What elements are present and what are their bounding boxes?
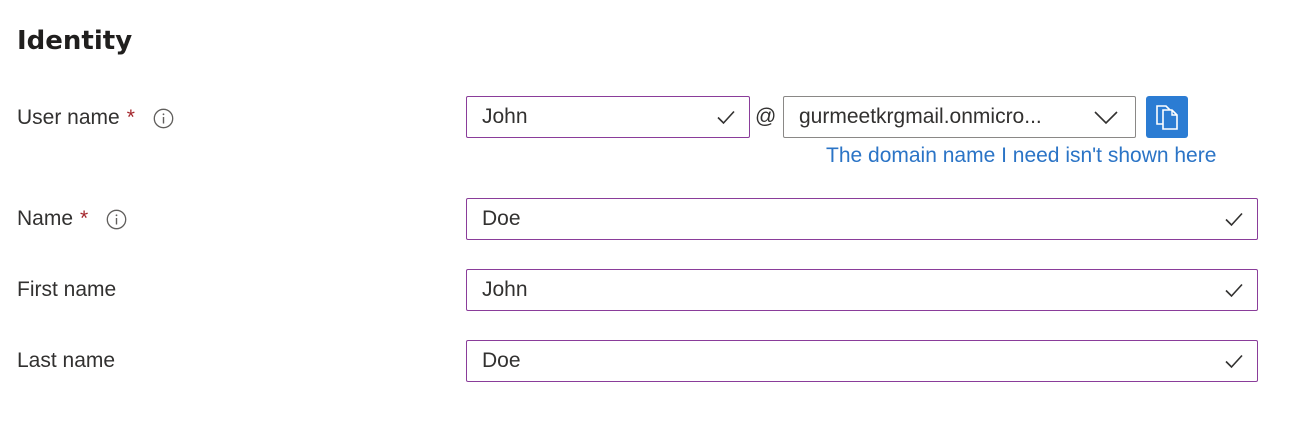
at-sign: @ (755, 105, 777, 128)
user-name-input[interactable]: John (466, 96, 750, 138)
info-icon[interactable] (106, 209, 127, 230)
last-name-value: Doe (482, 349, 521, 372)
domain-value: gurmeetkrgmail.onmicro... (799, 105, 1042, 128)
name-label-group: Name * (17, 204, 127, 234)
last-name-input[interactable]: Doe (466, 340, 1258, 382)
check-icon (1225, 212, 1243, 227)
check-icon (717, 110, 735, 125)
domain-dropdown[interactable]: gurmeetkrgmail.onmicro... (783, 96, 1136, 138)
user-name-label: User name (17, 106, 120, 129)
user-name-value: John (482, 105, 528, 128)
info-icon[interactable] (153, 108, 174, 129)
first-name-label-group: First name (17, 275, 116, 305)
section-title: Identity (17, 26, 133, 56)
first-name-input[interactable]: John (466, 269, 1258, 311)
last-name-label: Last name (17, 349, 116, 372)
user-name-label-group: User name * (17, 103, 174, 133)
required-marker: * (126, 106, 135, 129)
name-label: Name (17, 207, 74, 230)
copy-icon (1156, 105, 1178, 130)
check-icon (1225, 283, 1243, 298)
copy-button[interactable] (1146, 96, 1188, 138)
chevron-down-icon (1094, 111, 1118, 125)
name-value: Doe (482, 207, 521, 230)
required-marker: * (80, 207, 89, 230)
first-name-label: First name (17, 278, 117, 301)
check-icon (1225, 354, 1243, 369)
first-name-value: John (482, 278, 528, 301)
domain-not-shown-link[interactable]: The domain name I need isn't shown here (826, 144, 1216, 168)
last-name-label-group: Last name (17, 346, 115, 376)
name-input[interactable]: Doe (466, 198, 1258, 240)
